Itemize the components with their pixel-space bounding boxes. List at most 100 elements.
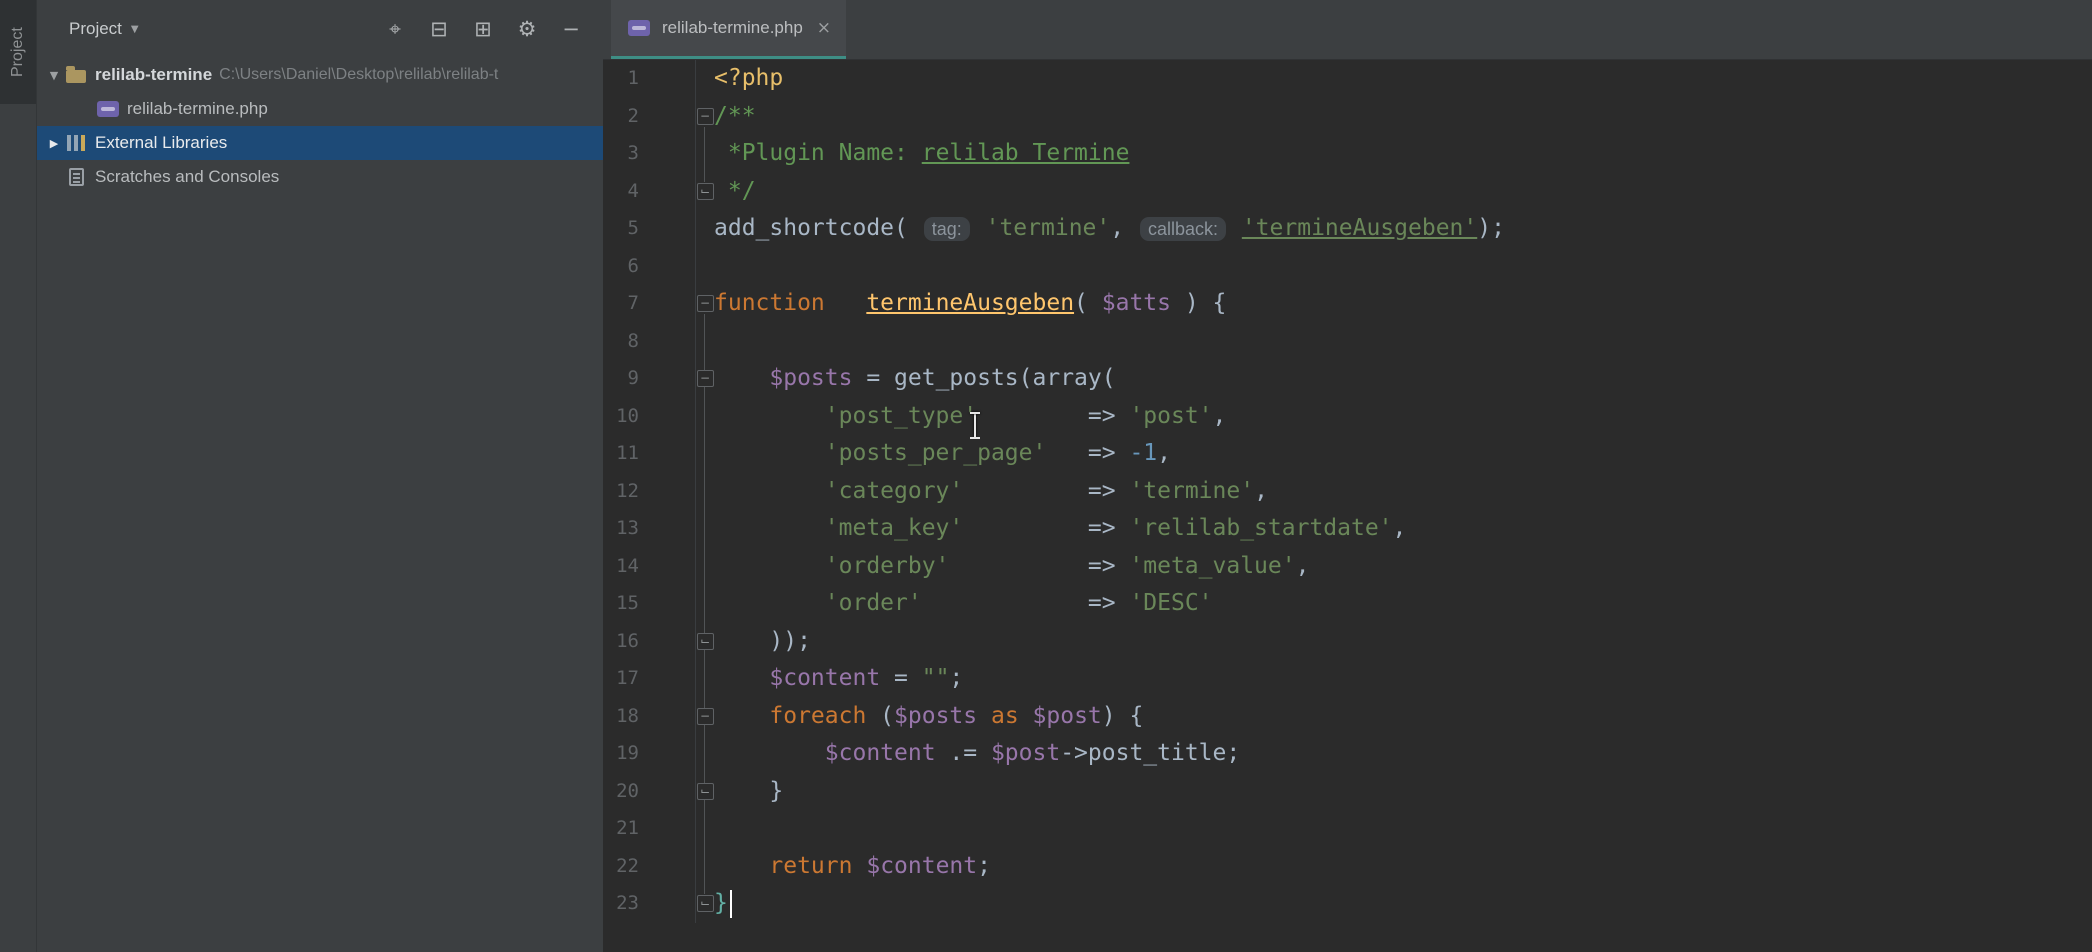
code-line-10[interactable]: 10 'post_type' => 'post', xyxy=(603,398,2092,436)
fold-gutter xyxy=(695,398,714,436)
code-line-6[interactable]: 6 xyxy=(603,248,2092,286)
code-editor[interactable]: 1<?php2−/**3 *Plugin Name: relilab Termi… xyxy=(603,60,2092,952)
fold-collapse-icon[interactable]: − xyxy=(697,708,714,725)
tree-item-label: relilab-termine xyxy=(95,65,212,85)
line-number: 13 xyxy=(603,510,639,548)
line-number: 16 xyxy=(603,623,639,661)
code-line-23[interactable]: 23⌐} xyxy=(603,885,2092,923)
code-text: $content = ""; xyxy=(714,660,963,698)
code-text: } xyxy=(714,773,783,811)
code-text: /** xyxy=(714,98,756,136)
line-number: 14 xyxy=(603,548,639,586)
fold-gutter xyxy=(695,660,714,698)
line-number: 11 xyxy=(603,435,639,473)
tree-item-relilab-termine[interactable]: ▼ relilab-termine C:\Users\Daniel\Desktop\… xyxy=(37,58,603,92)
line-number: 6 xyxy=(603,248,639,286)
code-line-4[interactable]: 4⌐ */ xyxy=(603,173,2092,211)
code-text: $posts = get_posts(array( xyxy=(714,360,1116,398)
code-line-8[interactable]: 8 xyxy=(603,323,2092,361)
line-number: 4 xyxy=(603,173,639,211)
code-line-19[interactable]: 19 $content .= $post->post_title; xyxy=(603,735,2092,773)
hide-panel-icon[interactable]: − xyxy=(549,7,593,51)
code-text: foreach ($posts as $post) { xyxy=(714,698,1143,736)
line-number: 5 xyxy=(603,210,639,248)
expand-all-icon[interactable]: ⊞ xyxy=(461,7,505,51)
code-line-21[interactable]: 21 xyxy=(603,810,2092,848)
tree-item-label: relilab-termine.php xyxy=(127,99,268,119)
fold-gutter xyxy=(695,60,714,98)
tree-item-external-libraries[interactable]: ▶ External Libraries xyxy=(37,126,603,160)
tool-window-button-project[interactable]: Project xyxy=(0,0,36,104)
fold-gutter xyxy=(695,210,714,248)
code-line-15[interactable]: 15 'order' => 'DESC' xyxy=(603,585,2092,623)
collapse-all-icon[interactable]: ⊟ xyxy=(417,7,461,51)
project-panel-header: Project ▼ ⌖⊟⊞⚙− xyxy=(37,0,603,58)
line-number: 15 xyxy=(603,585,639,623)
fold-gutter: ⌐ xyxy=(695,885,714,923)
fold-gutter xyxy=(695,473,714,511)
editor-area: relilab-termine.php × 1<?php2−/**3 *Plug… xyxy=(603,0,2092,952)
text-caret xyxy=(730,890,732,918)
code-text: function termineAusgeben( $atts ) { xyxy=(714,285,1226,323)
tree-item-path: C:\Users\Daniel\Desktop\relilab\relilab-… xyxy=(219,66,498,84)
fold-collapse-icon[interactable]: − xyxy=(697,295,714,312)
fold-gutter: ⌐ xyxy=(695,773,714,811)
code-line-1[interactable]: 1<?php xyxy=(603,60,2092,98)
chevron-down-icon[interactable]: ▼ xyxy=(45,69,63,82)
code-line-22[interactable]: 22 return $content; xyxy=(603,848,2092,886)
editor-tab-title: relilab-termine.php xyxy=(662,18,803,38)
code-text: 'posts_per_page' => -1, xyxy=(714,435,1171,473)
fold-gutter: − xyxy=(695,360,714,398)
fold-gutter xyxy=(695,248,714,286)
code-line-13[interactable]: 13 'meta_key' => 'relilab_startdate', xyxy=(603,510,2092,548)
tree-item-relilab-termine-php[interactable]: relilab-termine.php xyxy=(37,92,603,126)
code-line-5[interactable]: 5 add_shortcode( tag: 'termine', callback… xyxy=(603,210,2092,248)
php-icon xyxy=(95,101,121,117)
fold-gutter xyxy=(695,435,714,473)
code-line-9[interactable]: 9− $posts = get_posts(array( xyxy=(603,360,2092,398)
code-line-18[interactable]: 18− foreach ($posts as $post) { xyxy=(603,698,2092,736)
locate-file-icon[interactable]: ⌖ xyxy=(373,7,417,51)
code-text: 'category' => 'termine', xyxy=(714,473,1268,511)
code-line-2[interactable]: 2−/** xyxy=(603,98,2092,136)
code-line-3[interactable]: 3 *Plugin Name: relilab Termine xyxy=(603,135,2092,173)
line-number: 10 xyxy=(603,398,639,436)
code-line-14[interactable]: 14 'orderby' => 'meta_value', xyxy=(603,548,2092,586)
fold-gutter xyxy=(695,848,714,886)
code-line-20[interactable]: 20⌐ } xyxy=(603,773,2092,811)
scratch-icon xyxy=(63,168,89,186)
line-number: 21 xyxy=(603,810,639,848)
fold-gutter: − xyxy=(695,698,714,736)
code-text: 'meta_key' => 'relilab_startdate', xyxy=(714,510,1406,548)
tree-item-label: External Libraries xyxy=(95,133,227,153)
ide-window: .tk-tag{color:#e8bf6a}.tk-doc{color:#629… xyxy=(0,0,2092,952)
code-line-7[interactable]: 7 −function termineAusgeben( $atts ) { xyxy=(603,285,2092,323)
code-line-17[interactable]: 17 $content = ""; xyxy=(603,660,2092,698)
gear-icon[interactable]: ⚙ xyxy=(505,7,549,51)
fold-collapse-icon[interactable]: − xyxy=(697,108,714,125)
fold-gutter xyxy=(695,548,714,586)
editor-tab-active[interactable]: relilab-termine.php × xyxy=(611,0,846,59)
line-number: 22 xyxy=(603,848,639,886)
left-tool-window-strip: Project xyxy=(0,0,37,952)
fold-collapse-icon[interactable]: − xyxy=(697,370,714,387)
code-line-16[interactable]: 16⌐ )); xyxy=(603,623,2092,661)
code-line-11[interactable]: 11 'posts_per_page' => -1, xyxy=(603,435,2092,473)
project-panel-toolbar: ⌖⊟⊞⚙− xyxy=(373,7,593,51)
line-number: 7 xyxy=(603,285,639,323)
close-icon[interactable]: × xyxy=(817,18,831,38)
fold-end-icon[interactable]: ⌐ xyxy=(697,183,714,200)
project-panel-title[interactable]: Project xyxy=(69,19,122,39)
code-text: add_shortcode( tag: 'termine', callback:… xyxy=(714,210,1505,248)
line-number: 23 xyxy=(603,885,639,923)
code-line-12[interactable]: 12 'category' => 'termine', xyxy=(603,473,2092,511)
line-number: 1 xyxy=(603,60,639,98)
fold-end-icon[interactable]: ⌐ xyxy=(697,633,714,650)
chevron-right-icon[interactable]: ▶ xyxy=(45,137,63,150)
fold-end-icon[interactable]: ⌐ xyxy=(697,783,714,800)
line-number: 8 xyxy=(603,323,639,361)
tree-item-scratches-and-consoles[interactable]: Scratches and Consoles xyxy=(37,160,603,194)
fold-end-icon[interactable]: ⌐ xyxy=(697,895,714,912)
chevron-down-icon[interactable]: ▼ xyxy=(131,24,139,35)
line-number: 19 xyxy=(603,735,639,773)
